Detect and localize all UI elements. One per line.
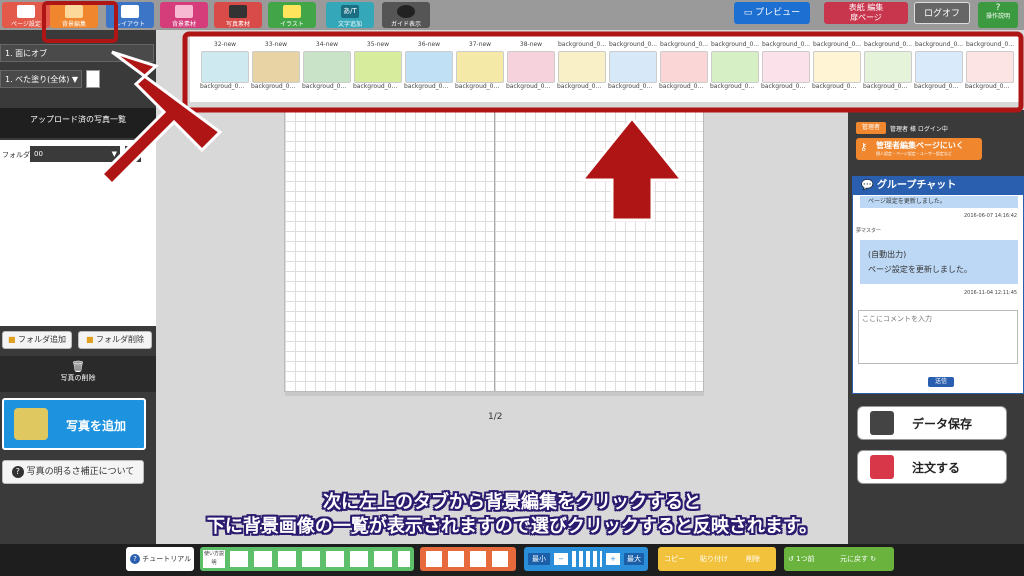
paste-button[interactable]: 貼り付け [700, 547, 728, 571]
align-tools: 使い方説明 [200, 547, 414, 571]
bottom-toolbar: ? チュートリアル 使い方説明 最小 − + 最大 コピー 貼り付け 削除 ↺ … [0, 544, 1024, 576]
arrow-up-icon [578, 115, 686, 222]
zoom-out-icon[interactable]: − [554, 553, 568, 565]
align-icons[interactable] [230, 551, 410, 567]
tutorial-button[interactable]: ? チュートリアル [126, 547, 194, 571]
layer-order-tools [420, 547, 516, 571]
zoom-level-indicator [572, 551, 602, 567]
caption-line-2: 下に背景画像の一覧が表示されますので選びクリックすると反映されます。 [206, 516, 818, 537]
history-tools: ↺ 1つ前 元に戻す ↻ [784, 547, 894, 571]
tab-highlight-box [42, 1, 118, 43]
help-icon: ? [130, 554, 140, 564]
redo-button[interactable]: 元に戻す ↻ [840, 547, 876, 571]
edit-tools: コピー 貼り付け 削除 [658, 547, 776, 571]
zoom-in-icon[interactable]: + [606, 553, 620, 565]
zoom-max-button[interactable]: 最大 [624, 553, 644, 565]
delete-button[interactable]: 削除 [746, 547, 760, 571]
zoom-tools: 最小 − + 最大 [524, 547, 648, 571]
undo-icon: ↺ [788, 555, 797, 563]
zoom-min-button[interactable]: 最小 [528, 553, 550, 565]
caption-line-1: 次に左上のタブから背景編集をクリックすると [323, 492, 701, 513]
howto-button[interactable]: 使い方説明 [203, 550, 225, 568]
strip-highlight-box [182, 31, 1024, 113]
layer-icons[interactable] [426, 551, 510, 567]
arrow-diagonal-icon [99, 50, 223, 187]
redo-icon: ↻ [868, 555, 877, 563]
undo-button[interactable]: ↺ 1つ前 [788, 547, 815, 571]
copy-button[interactable]: コピー [664, 547, 685, 571]
